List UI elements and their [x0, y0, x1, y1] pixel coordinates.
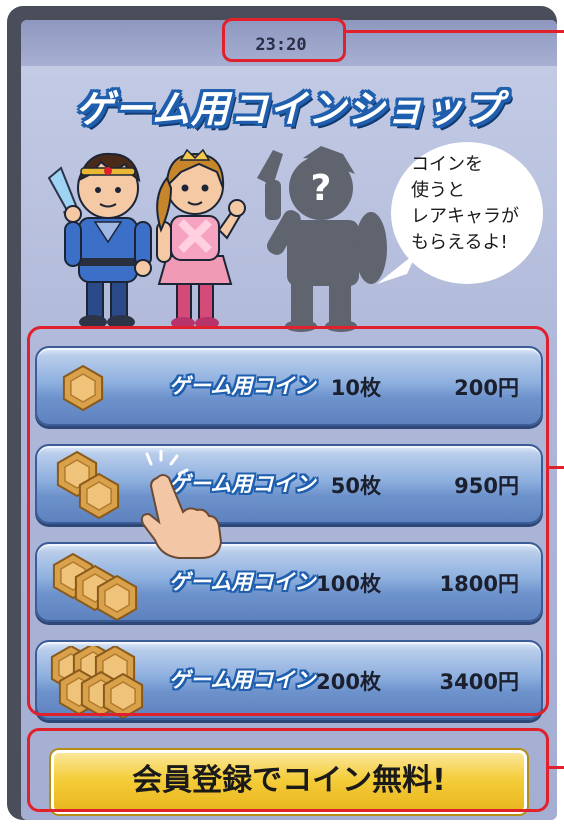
product-quantity: 50枚 [330, 474, 381, 498]
product-quantity: 200枚 [316, 670, 381, 694]
hero-girl-icon [156, 148, 246, 329]
product-button-10[interactable]: ゲーム用コイン 10枚 200円 [35, 346, 543, 426]
tap-finger-icon [140, 450, 223, 559]
speech-line: 使うと [411, 180, 465, 201]
member-button-leader-line [549, 766, 564, 769]
gold-coin [96, 574, 138, 620]
product-price: 1800円 [439, 572, 519, 596]
hero-boy-icon [47, 152, 152, 329]
product-button-100[interactable]: ゲーム用コイン 100枚 1800円 [35, 542, 543, 622]
coin-icon [50, 646, 144, 718]
member-signup-button[interactable]: 会員登録でコイン無料! [51, 750, 527, 814]
coin-icon [62, 364, 104, 412]
product-price: 950円 [454, 474, 519, 498]
gold-coin [62, 364, 104, 412]
phone-frame: 23:20 ゲーム用コインショップ ? コインを 使うと レアキャラが もらえる… [7, 6, 557, 820]
product-button-200[interactable]: ゲーム用コイン 200枚 3400円 [35, 640, 543, 720]
gold-coin [78, 472, 120, 520]
speech-line: レアキャラが [411, 206, 519, 227]
clock-leader-line [346, 30, 564, 33]
speech-bubble-text: コインを 使うと レアキャラが もらえるよ! [411, 152, 536, 256]
app-screen: 23:20 ゲーム用コインショップ ? コインを 使うと レアキャラが もらえる… [21, 20, 557, 820]
product-price: 200円 [454, 376, 519, 400]
shop-title: ゲーム用コインショップ [75, 87, 503, 131]
product-price: 3400円 [439, 670, 519, 694]
product-button-50[interactable]: ゲーム用コイン 50枚 950円 [35, 444, 543, 524]
product-quantity: 100枚 [316, 572, 381, 596]
status-clock: 23:20 [255, 35, 307, 55]
status-bar: 23:20 [21, 20, 557, 66]
speech-line: コインを [411, 154, 483, 175]
product-name: ゲーム用コイン [169, 668, 316, 692]
product-name: ゲーム用コイン [169, 570, 316, 594]
product-quantity: 10枚 [330, 376, 381, 400]
gold-coin [102, 672, 144, 718]
product-name: ゲーム用コイン [169, 374, 316, 398]
speech-line: もらえるよ! [411, 232, 508, 253]
product-list-leader-line [549, 466, 564, 469]
mystery-question-mark: ? [311, 168, 332, 209]
